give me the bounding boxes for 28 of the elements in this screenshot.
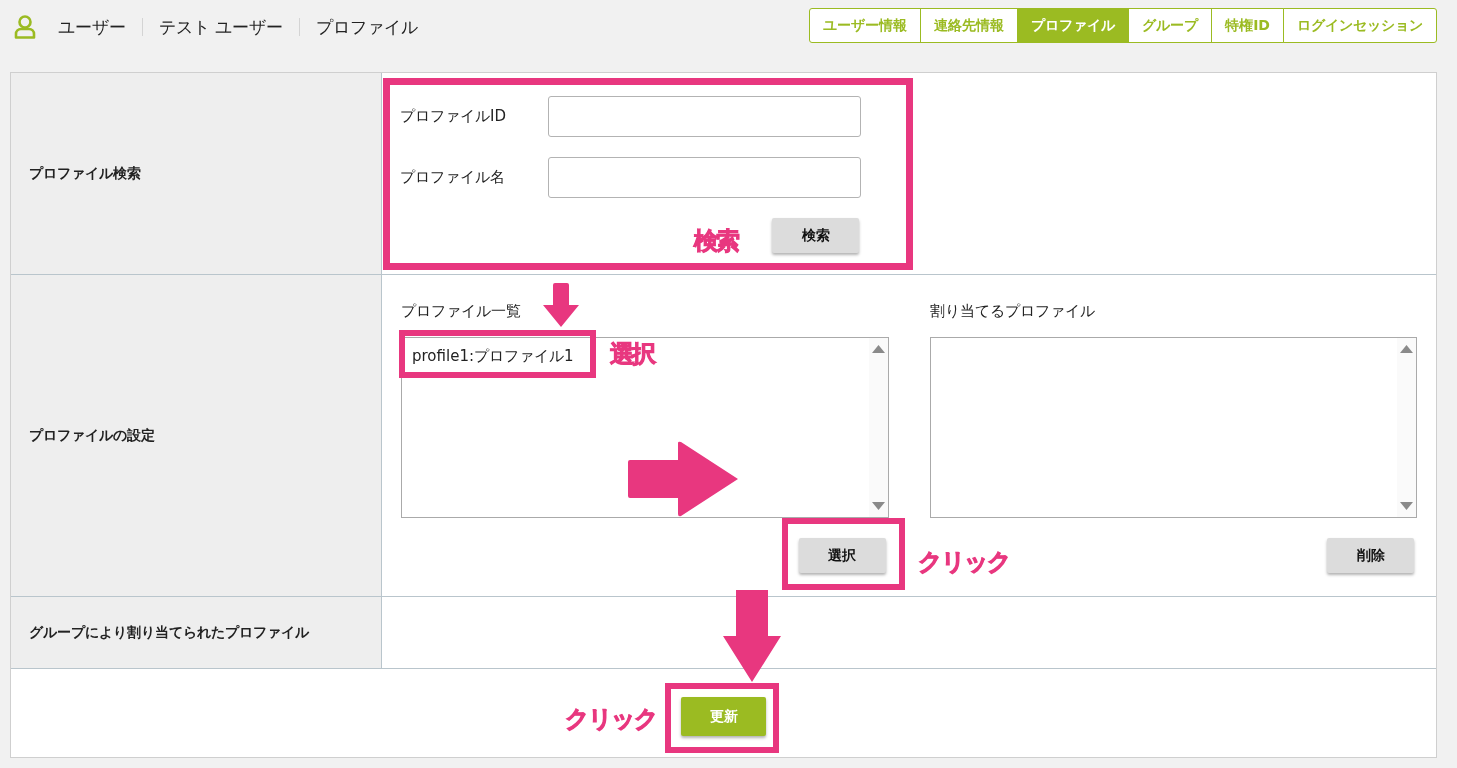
- annotation-note: 検索: [694, 227, 738, 255]
- right-arrow-icon: [628, 441, 738, 517]
- down-arrow-icon: [723, 590, 781, 682]
- annotation-note: 選択: [610, 340, 654, 368]
- input-field[interactable]: [548, 157, 861, 198]
- user-icon: [14, 15, 36, 39]
- scroll-up-icon[interactable]: [1400, 345, 1413, 353]
- scroll-down-icon[interactable]: [1400, 502, 1413, 510]
- breadcrumb-item: プロファイル: [316, 15, 419, 39]
- list-title: プロファイル一覧: [401, 301, 521, 321]
- section-label: プロファイル検索: [29, 164, 141, 183]
- list-title: 割り当てるプロファイル: [929, 301, 1095, 321]
- breadcrumb-item[interactable]: ユーザー: [58, 15, 126, 39]
- search-button[interactable]: 検索: [772, 218, 859, 253]
- annotation-note: クリック: [565, 705, 657, 733]
- section-label: グループにより割り当てられたプロファイル: [29, 623, 309, 642]
- field-label: プロファイル名: [400, 168, 506, 187]
- input-field[interactable]: [548, 96, 861, 137]
- down-arrow-icon: [543, 283, 579, 327]
- scroll-down-icon[interactable]: [871, 502, 885, 510]
- field-label: プロファイルID: [400, 107, 507, 126]
- section-label: プロファイルの設定: [29, 426, 155, 445]
- annotation-note: クリック: [918, 548, 1010, 576]
- scroll-up-icon[interactable]: [871, 345, 885, 353]
- select-button[interactable]: 選択: [798, 538, 886, 573]
- delete-button[interactable]: 削除: [1327, 538, 1414, 573]
- list-option[interactable]: profile1:プロファイル1: [412, 346, 574, 366]
- breadcrumb-item[interactable]: テスト ユーザー: [159, 15, 284, 39]
